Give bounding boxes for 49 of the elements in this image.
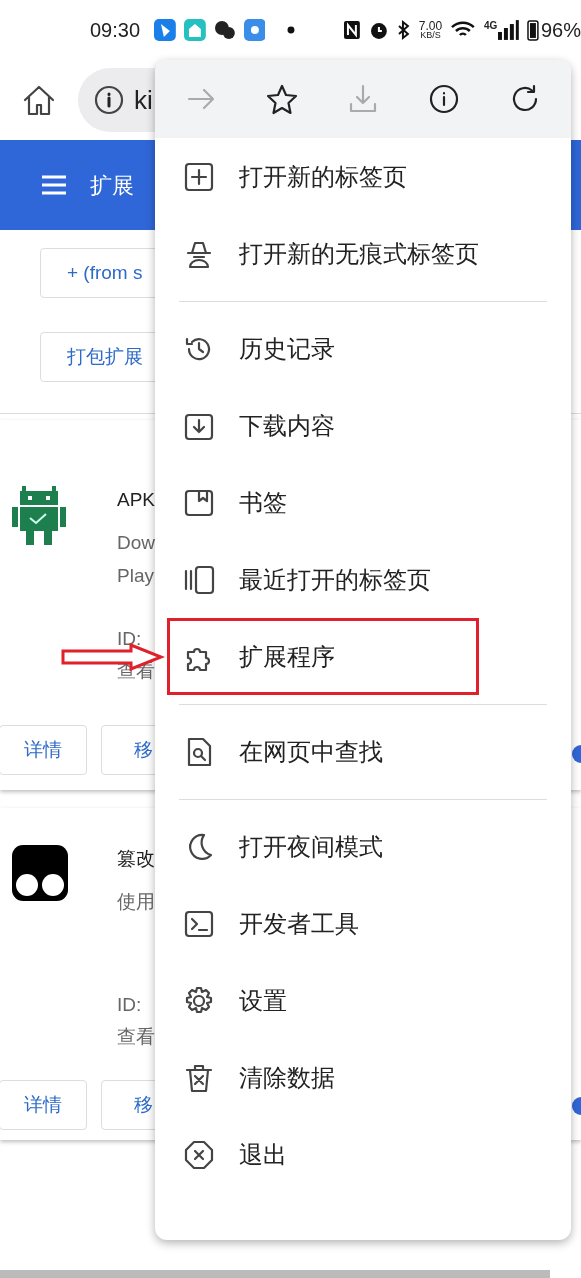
bluetooth-icon xyxy=(396,20,411,40)
extension-name: APK xyxy=(117,488,156,512)
home-icon xyxy=(22,84,56,116)
menu-item[interactable]: 在网页中查找 xyxy=(155,713,571,790)
tabs-icon xyxy=(183,563,215,596)
info-button[interactable] xyxy=(427,83,460,115)
chat-icon xyxy=(213,19,236,41)
network-type: 4G xyxy=(483,19,498,33)
details-button[interactable]: 详情 xyxy=(0,725,87,775)
nfc-icon xyxy=(343,20,362,40)
android-icon xyxy=(12,486,66,546)
monkey-icon xyxy=(12,845,68,901)
info-icon xyxy=(94,85,124,115)
alarm-icon xyxy=(369,20,389,40)
app-icon xyxy=(243,19,266,41)
menu-item[interactable]: 退出 xyxy=(155,1116,571,1193)
page-title: 扩展 xyxy=(90,171,134,200)
signal-icon xyxy=(497,20,520,40)
extension-description: Dow xyxy=(117,532,156,552)
clock-time: 09:30 xyxy=(90,18,141,43)
view-link[interactable]: 查看 xyxy=(117,1026,155,1046)
speed-unit: KB/S xyxy=(420,31,441,40)
menu-item[interactable]: 设置 xyxy=(155,962,571,1039)
extension-id: ID: xyxy=(117,628,143,648)
url-text: ki xyxy=(134,83,153,117)
dot-icon xyxy=(287,26,296,34)
battery-level: 96% xyxy=(541,18,581,43)
house-icon xyxy=(183,19,206,41)
app-icon xyxy=(154,19,176,41)
menu-item[interactable]: 扩展程序 xyxy=(167,618,479,695)
speed-text: 7.00 xyxy=(418,20,443,32)
close-icon xyxy=(183,1138,215,1171)
menu-icon xyxy=(40,174,68,196)
plus-icon xyxy=(183,160,215,193)
menu-item[interactable]: 开发者工具 xyxy=(155,885,571,962)
menu-item[interactable]: 书签 xyxy=(155,464,571,541)
battery-icon xyxy=(527,19,539,41)
extension-id: ID: xyxy=(117,994,143,1014)
menu-item[interactable]: 打开夜间模式 xyxy=(155,808,571,885)
home-button[interactable] xyxy=(22,84,56,116)
menu-item[interactable]: 打开新的标签页 xyxy=(155,138,571,215)
menu-item[interactable]: 最近打开的标签页 xyxy=(155,541,571,618)
extension-description: 使用 xyxy=(117,891,155,911)
menu-item[interactable]: 清除数据 xyxy=(155,1039,571,1116)
menu-item[interactable]: 下载内容 xyxy=(155,387,571,464)
details-button[interactable]: 详情 xyxy=(0,1080,87,1130)
extension-description: Play xyxy=(117,565,155,585)
extension-name: 篡改 xyxy=(117,847,155,871)
star-button[interactable] xyxy=(266,83,299,115)
